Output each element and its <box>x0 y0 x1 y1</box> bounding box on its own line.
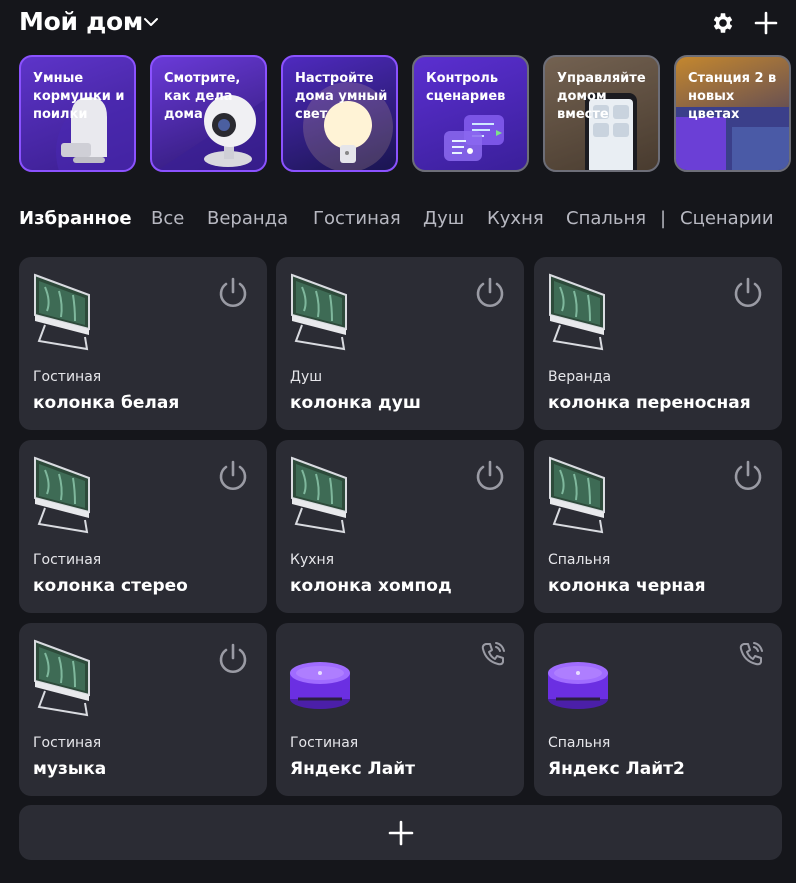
device-room: Душ <box>290 369 323 385</box>
plus-icon <box>388 820 414 846</box>
smart-speaker-icon <box>546 637 610 717</box>
tv-device-icon <box>288 454 352 534</box>
story-label: Станция 2 в новых цветах <box>688 71 777 122</box>
power-icon[interactable] <box>472 275 508 311</box>
device-name: колонка стерео <box>33 576 188 596</box>
tv-device-icon <box>31 637 95 717</box>
phone-call-icon[interactable] <box>736 639 766 669</box>
device-name: колонка черная <box>548 576 706 596</box>
device-card[interactable]: Гостиная музыка <box>19 623 267 796</box>
power-icon[interactable] <box>472 458 508 494</box>
power-icon[interactable] <box>730 458 766 494</box>
tab-bedroom[interactable]: Спальня <box>566 205 646 233</box>
power-icon[interactable] <box>215 641 251 677</box>
story-feeders[interactable]: Умные кормушки и поилки <box>19 55 136 172</box>
smart-speaker-icon <box>288 637 352 717</box>
device-name: колонка белая <box>33 393 180 413</box>
device-card[interactable]: Спальня колонка черная <box>534 440 782 613</box>
tv-device-icon <box>288 271 352 351</box>
device-name: Яндекс Лайт2 <box>548 759 685 779</box>
tab-kitchen[interactable]: Кухня <box>487 205 544 233</box>
story-scenarios[interactable]: Контроль сценариев <box>412 55 529 172</box>
device-card[interactable]: Гостиная колонка белая <box>19 257 267 430</box>
stories-carousel: Умные кормушки и поилки Смотрите, как де… <box>19 55 796 176</box>
device-room: Гостиная <box>33 735 102 751</box>
story-label: Настройте дома умный свет <box>295 71 388 122</box>
phone-call-icon[interactable] <box>478 639 508 669</box>
device-name: колонка переносная <box>548 393 751 413</box>
tv-device-icon <box>546 271 610 351</box>
chevron-down-icon[interactable] <box>143 14 159 30</box>
gear-icon[interactable] <box>710 10 736 36</box>
power-icon[interactable] <box>215 458 251 494</box>
device-card[interactable]: Кухня колонка хомпод <box>276 440 524 613</box>
tv-device-icon <box>31 271 95 351</box>
add-device-button[interactable] <box>19 805 782 860</box>
story-label: Контроль сценариев <box>426 71 506 104</box>
story-light[interactable]: Настройте дома умный свет <box>281 55 398 172</box>
tab-living-room[interactable]: Гостиная <box>313 205 401 233</box>
device-card[interactable]: Веранда колонка переносная <box>534 257 782 430</box>
story-label: Смотрите, как дела дома <box>164 71 241 122</box>
device-room: Гостиная <box>33 552 102 568</box>
story-label: Управляйте домом вместе <box>557 71 646 122</box>
header: Мой дом <box>19 6 780 40</box>
story-camera[interactable]: Смотрите, как дела дома <box>150 55 267 172</box>
power-icon[interactable] <box>215 275 251 311</box>
story-label: Умные кормушки и поилки <box>33 71 125 122</box>
plus-icon[interactable] <box>752 9 780 37</box>
tab-shower[interactable]: Душ <box>423 205 464 233</box>
device-name: музыка <box>33 759 107 779</box>
device-card[interactable]: Душ колонка душ <box>276 257 524 430</box>
device-name: колонка хомпод <box>290 576 452 596</box>
device-name: колонка душ <box>290 393 421 413</box>
tab-scenarios[interactable]: Сценарии <box>680 205 774 233</box>
tab-favorites[interactable]: Избранное <box>19 205 132 233</box>
tab-veranda[interactable]: Веранда <box>207 205 288 233</box>
room-tabs: Избранное Все Веранда Гостиная Душ Кухня… <box>19 205 796 235</box>
device-card[interactable]: Гостиная колонка стерео <box>19 440 267 613</box>
device-room: Веранда <box>548 369 612 385</box>
story-station2[interactable]: Станция 2 в новых цветах <box>674 55 791 172</box>
device-room: Спальня <box>548 735 611 751</box>
device-card[interactable]: Гостиная Яндекс Лайт <box>276 623 524 796</box>
tv-device-icon <box>31 454 95 534</box>
story-together[interactable]: Управляйте домом вместе <box>543 55 660 172</box>
power-icon[interactable] <box>730 275 766 311</box>
device-name: Яндекс Лайт <box>290 759 415 779</box>
device-room: Спальня <box>548 552 611 568</box>
device-room: Гостиная <box>33 369 102 385</box>
tab-all[interactable]: Все <box>151 205 184 233</box>
home-title[interactable]: Мой дом <box>19 6 143 38</box>
device-card[interactable]: Спальня Яндекс Лайт2 <box>534 623 782 796</box>
tv-device-icon <box>546 454 610 534</box>
device-room: Кухня <box>290 552 335 568</box>
tabs-separator: | <box>660 208 667 229</box>
device-room: Гостиная <box>290 735 359 751</box>
